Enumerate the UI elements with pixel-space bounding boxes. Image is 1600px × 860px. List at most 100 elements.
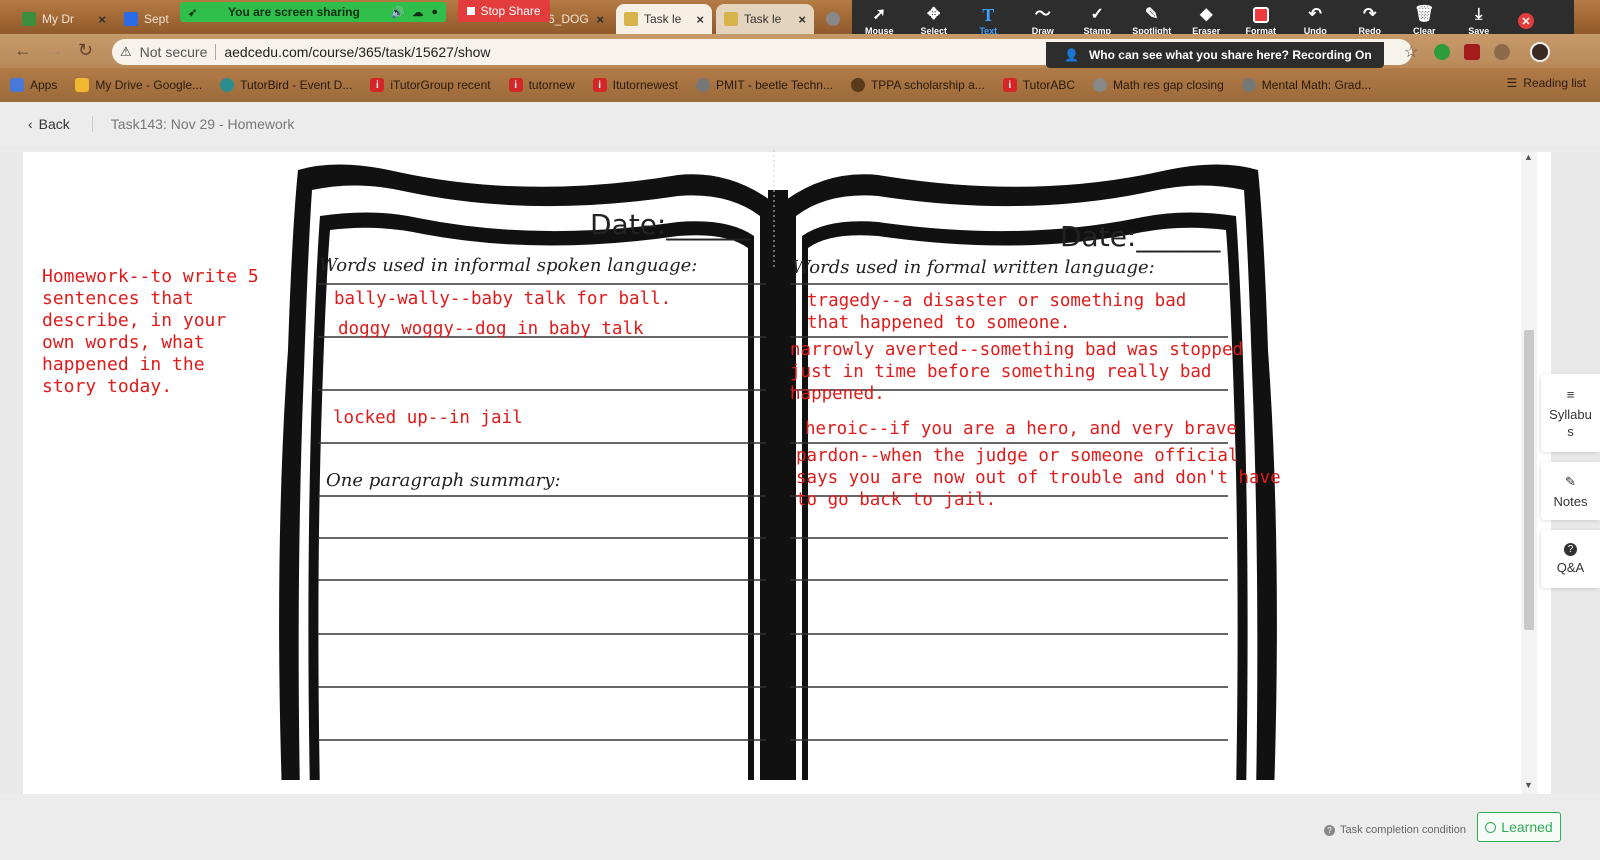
itutor-icon: i — [592, 78, 607, 92]
browser-tab-active[interactable]: Task le × — [616, 4, 712, 34]
summary-heading: One paragraph summary: — [326, 470, 561, 491]
cloud-icon[interactable]: ☁ — [412, 6, 423, 19]
save-icon: ⤓ — [1475, 6, 1483, 23]
help-icon: ? — [1324, 824, 1335, 836]
task-page-icon — [724, 12, 738, 26]
mouse-pointer-icon: ➚ — [872, 6, 886, 23]
move-icon: ✥ — [927, 6, 941, 23]
formal-entry: narrowly averted--something bad was stop… — [790, 340, 1244, 404]
screen-share-indicator: ➶ You are screen sharing 🔊 ☁ ● — [180, 2, 446, 22]
divider — [91, 116, 93, 132]
informal-entry: locked up--in jail — [333, 408, 523, 428]
itutor-icon: i — [508, 78, 523, 92]
right-heading: Words used in formal written language: — [792, 257, 1155, 278]
task-completion-condition[interactable]: ? Task completion condition — [1324, 824, 1466, 836]
page-title: Task143: Nov 29 - Homework — [110, 116, 295, 132]
pencil-icon: ✎ — [1565, 473, 1576, 489]
question-icon: ? — [1564, 543, 1577, 556]
bookmarks-bar: Apps My Drive - Google... TutorBird - Ev… — [0, 68, 1600, 102]
learned-button[interactable]: Learned — [1477, 812, 1561, 842]
formal-entry: pardon--when the judge or someone offici… — [796, 446, 1281, 510]
syllabus-tab[interactable]: ≡ Syllabu s — [1541, 374, 1600, 452]
puzzle-icon[interactable] — [1494, 44, 1510, 60]
right-date-label: Date:______ — [1060, 220, 1221, 253]
bookmark-item[interactable]: i tutornew — [508, 78, 575, 92]
browser-tab[interactable]: Task le × — [716, 4, 814, 34]
browser-tab[interactable]: Sept 2 — [116, 4, 178, 34]
task-page-icon — [624, 12, 638, 26]
close-icon[interactable]: × — [696, 12, 704, 27]
draw-icon: 〜 — [1034, 6, 1051, 23]
globe-icon — [1093, 78, 1108, 92]
bookmark-item[interactable]: i Itutornewest — [592, 78, 678, 92]
bookmark-item[interactable]: i TutorABC — [1002, 78, 1075, 92]
people-icon: 👤 — [1064, 48, 1079, 62]
format-color-icon — [1252, 7, 1269, 23]
back-arrow-icon[interactable]: ← — [14, 40, 32, 61]
bookmark-item[interactable]: My Drive - Google... — [75, 78, 202, 92]
share-arrow-icon: ➶ — [188, 6, 198, 19]
stop-icon — [467, 7, 476, 15]
scroll-down-icon[interactable]: ▼ — [1524, 780, 1533, 790]
homework-annotation: Homework--to write 5 sentences that desc… — [42, 266, 259, 397]
bookmark-item[interactable]: TutorBird - Event D... — [220, 78, 352, 92]
trash-icon: 🗑 — [1414, 6, 1435, 23]
circle-icon — [1485, 821, 1497, 833]
tutorbird-icon — [220, 78, 235, 92]
redo-icon: ↷ — [1363, 6, 1377, 23]
itutor-icon: i — [370, 78, 385, 92]
ublock-icon[interactable] — [1464, 44, 1480, 60]
shield-icon: ● — [431, 6, 438, 18]
menu-icon: ≡ — [1566, 386, 1575, 402]
divider — [215, 44, 217, 60]
browser-tab[interactable]: My Dr × — [14, 4, 114, 34]
eraser-icon: ◆ — [1200, 6, 1213, 23]
formal-entry: heroic--if you are a hero, and very brav… — [805, 419, 1237, 439]
apps-grid-icon — [10, 78, 24, 92]
stamp-icon: ✓ — [1090, 6, 1104, 23]
close-icon[interactable]: × — [596, 12, 604, 27]
recording-banner[interactable]: 👤 Who can see what you share here? Recor… — [1046, 42, 1384, 68]
bookmark-apps[interactable]: Apps — [10, 78, 57, 92]
close-icon: ✕ — [1518, 13, 1534, 29]
qa-tab[interactable]: ? Q&A — [1541, 530, 1600, 588]
bookmark-star-icon[interactable]: ☆ — [1404, 42, 1418, 62]
left-date-label: Date:______ — [590, 208, 751, 241]
reading-list-icon: ☰ — [1506, 76, 1518, 90]
reload-icon[interactable]: ↻ — [78, 40, 93, 61]
extension-icon[interactable] — [1434, 44, 1450, 60]
informal-entry: doggy woggy--dog in baby talk — [338, 319, 644, 339]
formal-entry: tragedy--a disaster or something bad tha… — [807, 291, 1187, 333]
forward-arrow-icon[interactable]: → — [46, 40, 64, 61]
stop-share-button[interactable]: Stop Share — [458, 0, 550, 22]
avatar[interactable] — [1530, 42, 1550, 62]
bookmark-item[interactable]: i iTutorGroup recent — [370, 78, 491, 92]
text-icon: T — [982, 5, 995, 25]
notes-tab[interactable]: ✎ Notes — [1541, 462, 1600, 520]
close-icon[interactable]: × — [98, 12, 106, 27]
scrollbar-thumb[interactable] — [1524, 330, 1534, 630]
docs-icon — [124, 12, 138, 26]
bookmark-item[interactable]: TPPA scholarship a... — [850, 78, 985, 92]
audio-icon[interactable]: 🔊 — [391, 6, 405, 19]
globe-icon — [696, 78, 710, 92]
globe-icon — [826, 12, 840, 26]
browser-tab[interactable] — [818, 4, 848, 34]
back-button[interactable]: ‹ Back — [28, 116, 70, 132]
scroll-up-icon[interactable]: ▲ — [1524, 152, 1533, 162]
chevron-left-icon: ‹ — [28, 116, 33, 132]
undo-icon: ↶ — [1308, 6, 1322, 23]
close-icon[interactable]: × — [798, 12, 806, 27]
itutor-icon: i — [1002, 78, 1017, 92]
bookmark-item[interactable]: Math res gap closing — [1093, 78, 1224, 92]
informal-entry: bally-wally--baby talk for ball. — [334, 289, 672, 309]
bookmark-item[interactable]: Mental Math: Grad... — [1241, 78, 1371, 92]
google-drive-icon — [75, 78, 90, 92]
tppa-icon — [850, 78, 865, 92]
left-heading: Words used in informal spoken language: — [319, 255, 698, 276]
spotlight-icon: ✎ — [1145, 6, 1159, 23]
reading-list-button[interactable]: ☰ Reading list — [1507, 76, 1586, 90]
bookmark-item[interactable]: PMIT - beetle Techn... — [696, 78, 833, 92]
globe-icon — [1241, 78, 1256, 92]
warning-icon: ⚠ — [120, 44, 132, 59]
